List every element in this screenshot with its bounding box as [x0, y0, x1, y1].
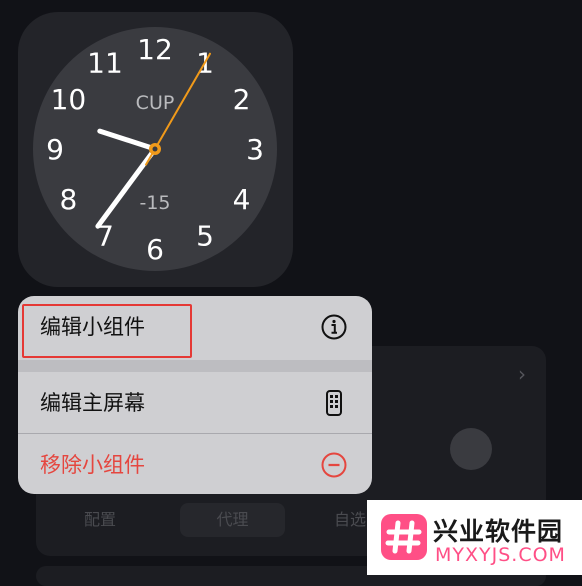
menu-item-edit-home-screen[interactable]: 编辑主屏幕 — [18, 372, 372, 434]
phone-icon — [326, 390, 342, 416]
watermark-url: MYXYJS.COM — [435, 544, 566, 566]
annotation-highlight-box — [22, 304, 192, 358]
clock-offset-label: -15 — [139, 192, 170, 214]
menu-item-label: 移除小组件 — [40, 453, 145, 477]
hash-logo-icon — [385, 520, 422, 554]
minus-circle-icon — [321, 452, 347, 478]
menu-section-separator — [18, 360, 372, 372]
clock-numeral-12: 12 — [137, 33, 173, 66]
clock-city-label: CUP — [136, 92, 175, 114]
clock-center-dot — [152, 146, 158, 152]
clock-numeral-11: 11 — [87, 46, 123, 79]
background-tabs: 配置 代理 自选 — [60, 503, 390, 539]
menu-item-label: 编辑主屏幕 — [40, 391, 145, 415]
info-icon — [321, 314, 347, 340]
background-tab-proxy: 代理 — [180, 503, 285, 537]
clock-numeral-5: 5 — [196, 220, 214, 253]
clock-numeral-6: 6 — [146, 233, 164, 266]
background-toggle-knob — [450, 428, 492, 470]
clock-numeral-9: 9 — [46, 133, 64, 166]
background-tab-config: 配置 — [83, 510, 116, 529]
clock-numeral-2: 2 — [233, 83, 251, 116]
clock-numeral-8: 8 — [59, 183, 77, 216]
watermark-logo — [381, 514, 427, 560]
clock-numeral-10: 10 — [51, 83, 87, 116]
clock-numeral-4: 4 — [233, 183, 251, 216]
menu-item-remove-widget[interactable]: 移除小组件 — [18, 434, 372, 494]
watermark-title: 兴业软件园 — [433, 517, 564, 546]
clock-numeral-3: 3 — [246, 133, 264, 166]
analog-clock-face: 121234567891011 CUP -15 — [33, 27, 277, 271]
clock-widget[interactable]: 121234567891011 CUP -15 — [18, 12, 293, 287]
chevron-right-icon: › — [518, 362, 526, 386]
watermark: 兴业软件园 MYXYJS.COM — [367, 500, 582, 575]
